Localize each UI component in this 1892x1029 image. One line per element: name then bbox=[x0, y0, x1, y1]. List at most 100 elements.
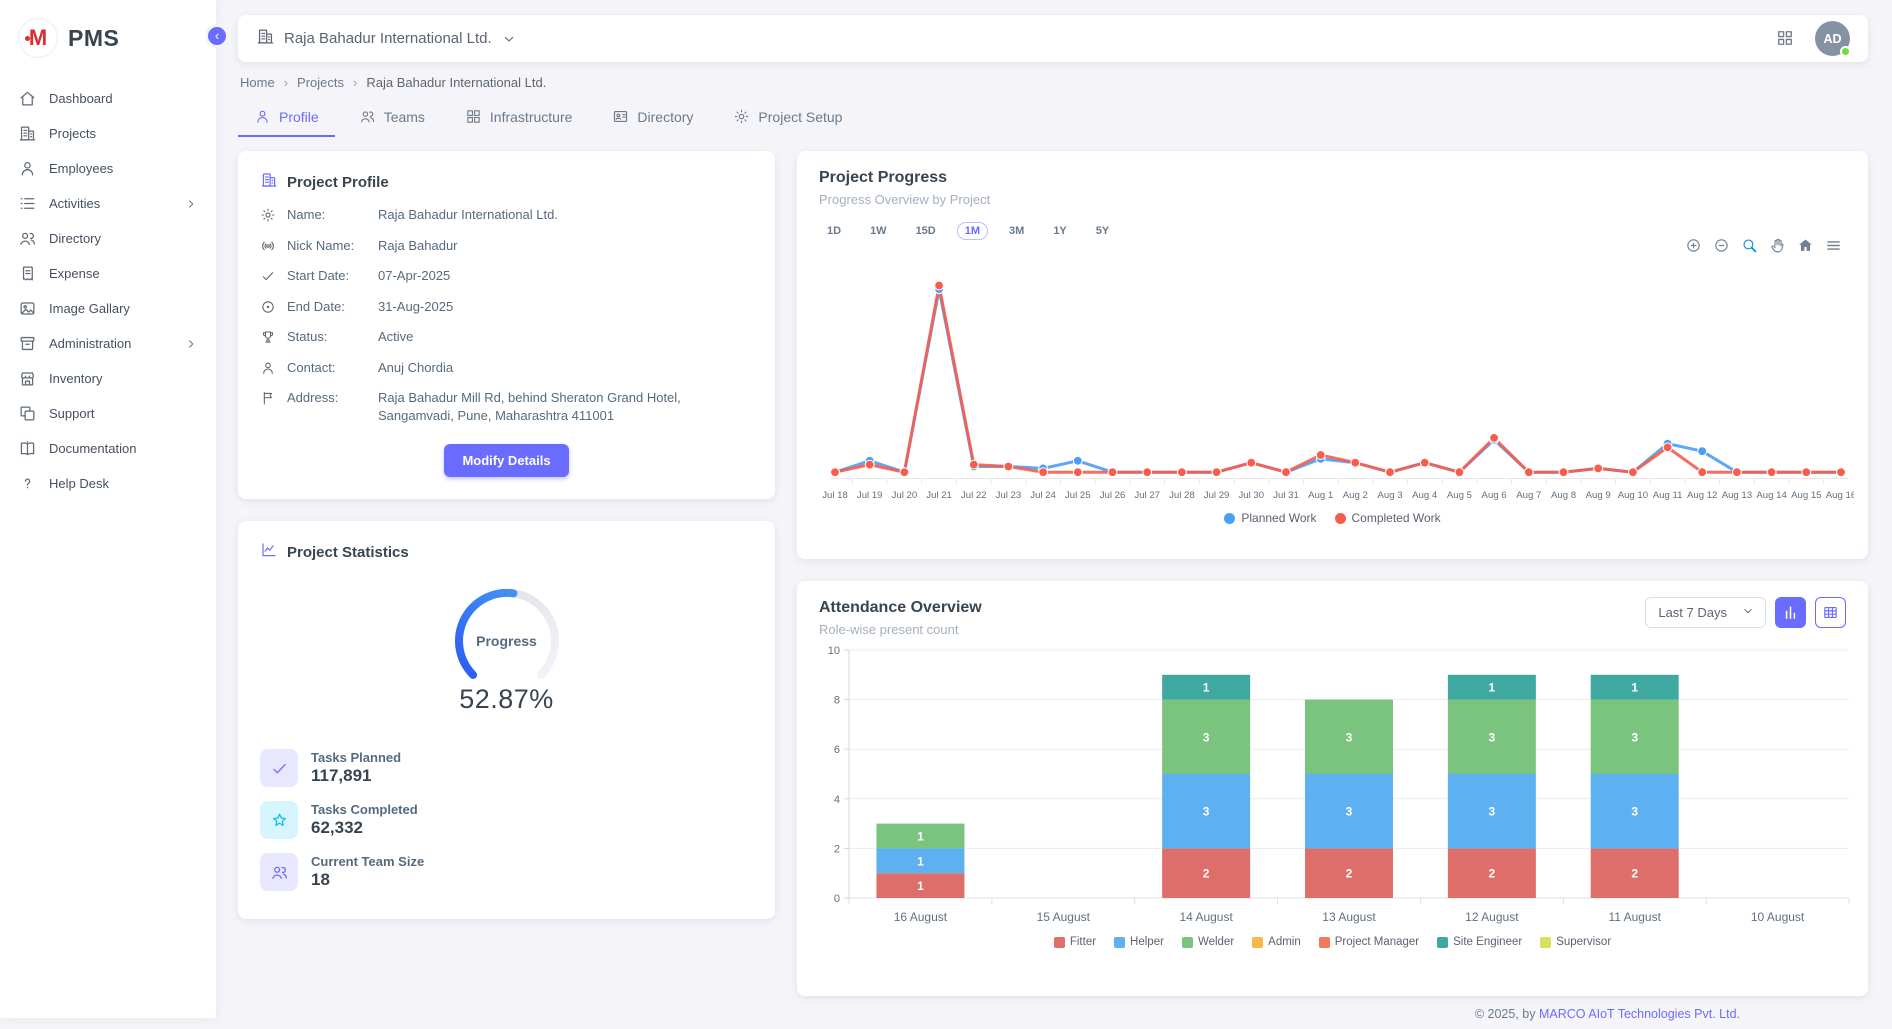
stats-list: Tasks Planned117,891Tasks Completed62,33… bbox=[260, 749, 753, 891]
field-label: Nick Name: bbox=[287, 237, 367, 255]
tab-project-setup[interactable]: Project Setup bbox=[717, 100, 858, 137]
sidebar-item-dashboard[interactable]: Dashboard bbox=[0, 82, 216, 115]
attendance-chart[interactable]: 024681011116 August15 August233114 Augus… bbox=[819, 643, 1846, 934]
modify-details-button[interactable]: Modify Details bbox=[444, 444, 568, 477]
menu-icon[interactable] bbox=[1825, 237, 1842, 254]
field-label: Contact: bbox=[287, 359, 367, 377]
legend-item-completed-work[interactable]: Completed Work bbox=[1335, 511, 1441, 525]
legend-item-site-engineer[interactable]: Site Engineer bbox=[1437, 936, 1522, 948]
breadcrumb-item-projects[interactable]: Projects bbox=[297, 75, 344, 90]
tab-teams[interactable]: Teams bbox=[343, 100, 441, 137]
sidebar-item-help-desk[interactable]: Help Desk bbox=[0, 467, 216, 500]
zoom-out-icon[interactable] bbox=[1713, 237, 1730, 254]
breadcrumb-item-home[interactable]: Home bbox=[240, 75, 275, 90]
receipt-icon bbox=[18, 264, 37, 283]
stat-value: 117,891 bbox=[311, 766, 401, 786]
svg-text:6: 6 bbox=[834, 744, 840, 756]
pan-icon[interactable] bbox=[1769, 237, 1786, 254]
sidebar-item-label: Documentation bbox=[49, 441, 136, 456]
attendance-chart-legend: Fitter Helper Welder Admin Project Manager Si… bbox=[819, 936, 1846, 948]
legend-item-supervisor[interactable]: Supervisor bbox=[1540, 936, 1611, 948]
sidebar-item-support[interactable]: Support bbox=[0, 397, 216, 430]
range-1y[interactable]: 1Y bbox=[1045, 222, 1074, 240]
legend-label: Fitter bbox=[1070, 936, 1096, 948]
stat-icon-box bbox=[260, 749, 298, 787]
svg-text:10: 10 bbox=[828, 645, 840, 657]
sidebar-item-label: Projects bbox=[49, 126, 96, 141]
company-name: Raja Bahadur International Ltd. bbox=[284, 30, 492, 47]
legend-item-planned-work[interactable]: Planned Work bbox=[1224, 511, 1316, 525]
field-label: Status: bbox=[287, 328, 367, 346]
svg-text:Aug 5: Aug 5 bbox=[1447, 490, 1472, 501]
company-selector[interactable]: Raja Bahadur International Ltd. bbox=[256, 27, 517, 50]
sidebar-item-label: Image Gallary bbox=[49, 301, 130, 316]
sidebar-item-expense[interactable]: Expense bbox=[0, 257, 216, 290]
svg-text:Jul 27: Jul 27 bbox=[1134, 490, 1160, 501]
range-5y[interactable]: 5Y bbox=[1088, 222, 1117, 240]
chevron-down-icon bbox=[1741, 604, 1755, 618]
sidebar-item-administration[interactable]: Administration bbox=[0, 327, 216, 360]
chevron-down-icon bbox=[501, 31, 517, 47]
table-view-button[interactable] bbox=[1815, 597, 1846, 628]
zoom-in-icon[interactable] bbox=[1685, 237, 1702, 254]
sidebar-item-directory[interactable]: Directory bbox=[0, 222, 216, 255]
svg-text:15 August: 15 August bbox=[1037, 910, 1091, 924]
tab-infrastructure[interactable]: Infrastructure bbox=[449, 100, 588, 137]
sidebar-item-inventory[interactable]: Inventory bbox=[0, 362, 216, 395]
tab-profile[interactable]: Profile bbox=[238, 100, 335, 137]
users-icon bbox=[359, 108, 376, 125]
grid-icon bbox=[465, 108, 482, 125]
svg-text:0: 0 bbox=[834, 893, 840, 905]
progress-chart-title: Project Progress bbox=[819, 169, 1846, 187]
svg-text:Aug 11: Aug 11 bbox=[1653, 490, 1683, 501]
chart-line-icon bbox=[260, 541, 278, 559]
bar-view-button[interactable] bbox=[1775, 597, 1806, 628]
project-progress-chart[interactable]: Jul 18Jul 19Jul 20Jul 21Jul 22Jul 23Jul … bbox=[819, 248, 1846, 509]
range-15d[interactable]: 15D bbox=[908, 222, 944, 240]
svg-text:Jul 28: Jul 28 bbox=[1169, 490, 1195, 501]
table-view-icon bbox=[1822, 604, 1839, 621]
legend-item-helper[interactable]: Helper bbox=[1114, 936, 1164, 948]
legend-item-fitter[interactable]: Fitter bbox=[1054, 936, 1096, 948]
svg-text:Jul 23: Jul 23 bbox=[996, 490, 1022, 501]
reset-home-icon bbox=[1797, 237, 1814, 254]
range-1w[interactable]: 1W bbox=[862, 222, 895, 240]
legend-marker bbox=[1319, 937, 1330, 948]
legend-item-welder[interactable]: Welder bbox=[1182, 936, 1234, 948]
svg-text:Aug 16: Aug 16 bbox=[1826, 490, 1854, 501]
building-icon bbox=[260, 171, 278, 193]
range-3m[interactable]: 3M bbox=[1001, 222, 1032, 240]
user-icon bbox=[254, 108, 271, 125]
selection-zoom-icon[interactable] bbox=[1741, 237, 1758, 254]
svg-text:13 August: 13 August bbox=[1322, 910, 1376, 924]
legend-marker bbox=[1054, 937, 1065, 948]
sidebar-item-activities[interactable]: Activities bbox=[0, 187, 216, 220]
svg-text:1: 1 bbox=[917, 879, 924, 893]
field-label: End Date: bbox=[287, 298, 367, 316]
svg-text:Aug 15: Aug 15 bbox=[1791, 490, 1821, 501]
reset-home-icon[interactable] bbox=[1797, 237, 1814, 254]
legend-marker bbox=[1540, 937, 1551, 948]
range-1d[interactable]: 1D bbox=[819, 222, 849, 240]
svg-text:Aug 8: Aug 8 bbox=[1551, 490, 1576, 501]
date-range-select[interactable]: Last 7 Days bbox=[1645, 597, 1766, 628]
field-value: 07-Apr-2025 bbox=[378, 267, 753, 285]
brand-logo[interactable]: M PMS bbox=[0, 0, 216, 74]
sidebar-item-documentation[interactable]: Documentation bbox=[0, 432, 216, 465]
range-1m[interactable]: 1M bbox=[957, 222, 988, 240]
sidebar-item-projects[interactable]: Projects bbox=[0, 117, 216, 150]
footer-company-link[interactable]: MARCO AIoT Technologies Pvt. Ltd. bbox=[1539, 1007, 1740, 1021]
tab-directory[interactable]: Directory bbox=[596, 100, 709, 137]
copy-icon bbox=[18, 404, 37, 423]
sidebar-collapse-button[interactable]: ‹ bbox=[205, 24, 229, 48]
profile-field-name: Name:Raja Bahadur International Ltd. bbox=[260, 206, 753, 224]
svg-text:Jul 31: Jul 31 bbox=[1273, 490, 1299, 501]
legend-item-project-manager[interactable]: Project Manager bbox=[1319, 936, 1419, 948]
legend-item-admin[interactable]: Admin bbox=[1252, 936, 1301, 948]
profile-field-address: Address:Raja Bahadur Mill Rd, behind She… bbox=[260, 389, 753, 424]
apps-grid-icon[interactable] bbox=[1775, 28, 1797, 50]
apps-grid-icon bbox=[1775, 28, 1795, 48]
user-avatar[interactable]: AD bbox=[1815, 21, 1850, 56]
sidebar-item-image-gallary[interactable]: Image Gallary bbox=[0, 292, 216, 325]
sidebar-item-employees[interactable]: Employees bbox=[0, 152, 216, 185]
